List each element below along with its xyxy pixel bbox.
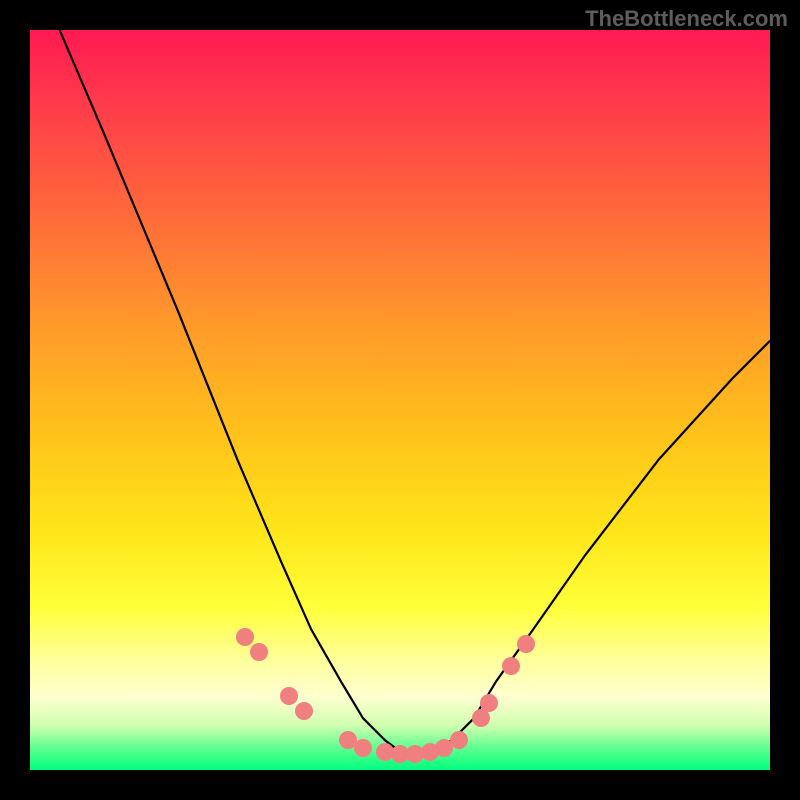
highlight-marker [480, 694, 498, 712]
highlight-marker [517, 635, 535, 653]
plot-area [30, 30, 770, 770]
highlight-marker [250, 643, 268, 661]
highlight-marker [236, 628, 254, 646]
highlight-marker [502, 657, 520, 675]
bottleneck-curve [30, 30, 770, 770]
highlight-marker [280, 687, 298, 705]
highlight-marker [450, 731, 468, 749]
highlight-marker [295, 702, 313, 720]
watermark-text: TheBottleneck.com [585, 6, 788, 32]
highlight-marker [354, 739, 372, 757]
